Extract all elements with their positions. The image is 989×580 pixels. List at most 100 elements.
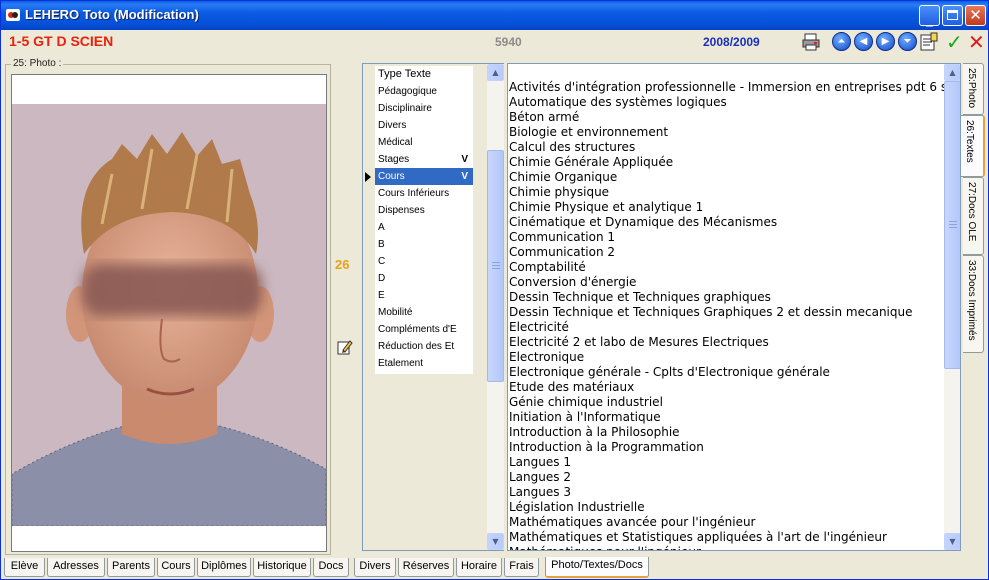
close-window-button[interactable]: ✕ xyxy=(965,5,986,26)
minimize-button[interactable]: _ xyxy=(919,5,940,27)
edit-icon[interactable] xyxy=(337,339,353,355)
list-item-flag: V xyxy=(461,171,468,182)
scroll-up-button[interactable]: ▲ xyxy=(487,64,504,81)
maximize-icon xyxy=(947,10,958,20)
nav-prev-icon[interactable]: ◀ xyxy=(854,32,873,51)
scroll-thumb[interactable] xyxy=(487,150,504,382)
tab-docs-imprimes[interactable]: 33:Docs Imprimés xyxy=(963,255,984,353)
check-icon[interactable]: ✓ xyxy=(946,30,963,54)
scroll-down-button[interactable]: ▼ xyxy=(487,533,504,550)
tab-photo[interactable]: 25:Photo xyxy=(963,63,984,115)
tab-label: 33:Docs Imprimés xyxy=(966,260,977,341)
list-item[interactable]: Législation Industrielle xyxy=(509,500,945,515)
text-items: Activités d'intégration professionnelle … xyxy=(509,80,945,550)
tab-historique[interactable]: Historique xyxy=(253,558,311,577)
scroll-up-button[interactable]: ▲ xyxy=(944,64,960,81)
list-item[interactable]: Initiation à l'Informatique xyxy=(509,410,945,425)
list-item[interactable]: Cours V xyxy=(375,168,473,185)
tab-docs[interactable]: Docs xyxy=(313,558,349,577)
list-item[interactable]: Divers xyxy=(375,117,473,134)
list-item[interactable]: Activités d'intégration professionnelle … xyxy=(509,80,945,95)
list-item-label: Compléments d'E xyxy=(378,324,457,335)
list-item[interactable]: Mobilité xyxy=(375,304,473,321)
list-item[interactable]: B xyxy=(375,236,473,253)
texts-list[interactable]: Activités d'intégration professionnelle … xyxy=(507,63,961,551)
list-header[interactable]: Type Texte xyxy=(375,66,473,83)
list-item[interactable]: C xyxy=(375,253,473,270)
list-item[interactable]: Cours Inférieurs xyxy=(375,185,473,202)
list-item[interactable]: Cinématique et Dynamique des Mécanismes xyxy=(509,215,945,230)
list-item[interactable]: E xyxy=(375,287,473,304)
list-item[interactable]: Compléments d'E xyxy=(375,321,473,338)
tab-adresses[interactable]: Adresses xyxy=(47,558,105,577)
list-item[interactable]: A xyxy=(375,219,473,236)
list-item-flag: V xyxy=(461,154,468,165)
list-item[interactable]: Stages V xyxy=(375,151,473,168)
list-item[interactable]: Médical xyxy=(375,134,473,151)
list-item[interactable]: Etalement xyxy=(375,355,473,372)
list-item[interactable]: Electricité xyxy=(509,320,945,335)
title-bar[interactable]: LEHERO Toto (Modification) _ ✕ xyxy=(1,1,988,30)
list-item[interactable]: Chimie physique xyxy=(509,185,945,200)
list-item[interactable]: Réduction des Et xyxy=(375,338,473,355)
list-item[interactable]: Communication 2 xyxy=(509,245,945,260)
list-item[interactable]: Chimie Générale Appliquée xyxy=(509,155,945,170)
list-item[interactable]: Langues 2 xyxy=(509,470,945,485)
list-item[interactable]: Béton armé xyxy=(509,110,945,125)
tab-textes[interactable]: 26:Textes xyxy=(961,115,985,177)
tab-reserves[interactable]: Réserves xyxy=(398,558,454,577)
tab-horaire[interactable]: Horaire xyxy=(456,558,502,577)
texts-list-scrollbar[interactable]: ▲ ▼ xyxy=(944,64,960,550)
photo-frame[interactable] xyxy=(11,74,327,552)
student-photo xyxy=(12,104,326,526)
list-item[interactable]: Dessin Technique et Techniques graphique… xyxy=(509,290,945,305)
maximize-button[interactable] xyxy=(942,5,963,26)
notes-icon[interactable] xyxy=(919,32,939,52)
list-item[interactable]: Electronique générale - Cplts d'Electron… xyxy=(509,365,945,380)
list-item[interactable]: Etude des matériaux xyxy=(509,380,945,395)
list-item[interactable]: Langues 1 xyxy=(509,455,945,470)
close-icon[interactable]: ✕ xyxy=(968,30,985,54)
text-type-list-area: Type Texte Pédagogique Disciplinaire Divers… xyxy=(363,64,487,550)
nav-next-icon[interactable]: ▶ xyxy=(876,32,895,51)
list-item[interactable]: Chimie Organique xyxy=(509,170,945,185)
tab-eleve[interactable]: Elève xyxy=(4,558,45,577)
list-item[interactable]: Langues 3 xyxy=(509,485,945,500)
list-item[interactable]: Introduction à la Philosophie xyxy=(509,425,945,440)
tab-docs-ole[interactable]: 27:Docs OLE xyxy=(963,177,984,255)
nav-last-icon[interactable]: ⏷ xyxy=(898,32,917,51)
list-item[interactable]: Mathématiques et Statistiques appliquées… xyxy=(509,530,945,545)
list-item[interactable]: D xyxy=(375,270,473,287)
list-item[interactable]: Introduction à la Programmation xyxy=(509,440,945,455)
list-item[interactable]: Conversion d'énergie xyxy=(509,275,945,290)
list-item-label: Médical xyxy=(378,137,413,148)
printer-icon[interactable] xyxy=(801,32,821,52)
list-item[interactable]: Automatique des systèmes logiques xyxy=(509,95,945,110)
list-item[interactable]: Disciplinaire xyxy=(375,100,473,117)
list-item[interactable]: Mathématiques avancée pour l'ingénieur xyxy=(509,515,945,530)
list-item[interactable]: Communication 1 xyxy=(509,230,945,245)
tab-cours[interactable]: Cours xyxy=(157,558,195,577)
list-item[interactable]: Calcul des structures xyxy=(509,140,945,155)
list-item[interactable]: Pédagogique xyxy=(375,83,473,100)
list-item[interactable]: Comptabilité xyxy=(509,260,945,275)
nav-first-icon[interactable]: ⏶ xyxy=(832,32,851,51)
list-item[interactable]: Electronique xyxy=(509,350,945,365)
list-item[interactable]: Dessin Technique et Techniques Graphique… xyxy=(509,305,945,320)
list-item[interactable]: Biologie et environnement xyxy=(509,125,945,140)
list-item[interactable]: Chimie Physique et analytique 1 xyxy=(509,200,945,215)
text-type-list[interactable]: Type Texte Pédagogique Disciplinaire Divers… xyxy=(362,63,504,551)
tab-photo-textes-docs[interactable]: Photo/Textes/Docs xyxy=(545,557,649,578)
tab-parents[interactable]: Parents xyxy=(107,558,155,577)
list-item[interactable]: Dispenses xyxy=(375,202,473,219)
tab-frais[interactable]: Frais xyxy=(504,558,539,577)
list-item[interactable]: Mathématiques pour l'ingénieur xyxy=(509,545,945,550)
list-item[interactable]: Génie chimique industriel xyxy=(509,395,945,410)
list-item[interactable]: Electricité 2 et labo de Mesures Electri… xyxy=(509,335,945,350)
tab-diplomes[interactable]: Diplômes xyxy=(197,558,251,577)
scroll-down-button[interactable]: ▼ xyxy=(944,533,960,550)
bottom-tab-bar: Elève Adresses Parents Cours Diplômes Hi… xyxy=(1,557,988,579)
tab-divers[interactable]: Divers xyxy=(354,558,396,577)
type-list-scrollbar[interactable]: ▲ ▼ xyxy=(487,64,504,550)
scroll-thumb[interactable] xyxy=(944,81,960,369)
